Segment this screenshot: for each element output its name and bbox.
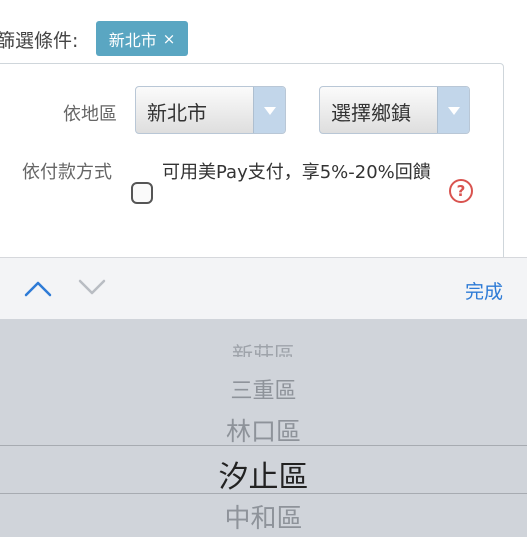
payment-checkbox[interactable] xyxy=(131,182,153,204)
help-icon[interactable]: ? xyxy=(449,179,473,203)
done-button[interactable]: 完成 xyxy=(465,277,503,304)
chevron-down-icon xyxy=(253,87,285,133)
city-select[interactable]: 新北市 xyxy=(135,86,286,134)
picker-selection-top xyxy=(0,445,527,446)
picker-item[interactable]: 中和區 xyxy=(0,498,527,535)
picker-item-selected[interactable]: 汐止區 xyxy=(0,452,527,496)
filter-chip-new-taipei[interactable]: 新北市 × xyxy=(96,21,188,56)
district-picker-wheel[interactable]: 新莊區 三重區 林口區 汐止區 中和區 xyxy=(0,319,527,537)
chevron-up-icon[interactable] xyxy=(24,278,52,298)
picker-selection-bottom xyxy=(0,493,527,494)
keyboard-accessory-bar: 完成 xyxy=(0,257,527,319)
picker-item[interactable]: 林口區 xyxy=(0,412,527,448)
chevron-down-icon[interactable] xyxy=(78,278,106,298)
district-select-value: 選擇鄉鎮 xyxy=(331,101,411,125)
picker-item[interactable]: 新莊區 xyxy=(0,343,527,357)
chip-close-icon[interactable]: × xyxy=(163,30,176,48)
payment-label: 依付款方式 xyxy=(22,162,112,183)
picker-item[interactable]: 三重區 xyxy=(0,373,527,405)
payment-option-text: 可用美Pay支付，享5%-20%回饋 xyxy=(162,162,431,183)
chevron-down-icon xyxy=(437,87,469,133)
district-select[interactable]: 選擇鄉鎮 xyxy=(319,86,470,134)
region-label: 依地區 xyxy=(63,104,117,125)
filter-chip-label: 新北市 xyxy=(108,30,157,50)
filter-label: 篩選條件: xyxy=(0,30,79,52)
city-select-value: 新北市 xyxy=(147,101,207,125)
